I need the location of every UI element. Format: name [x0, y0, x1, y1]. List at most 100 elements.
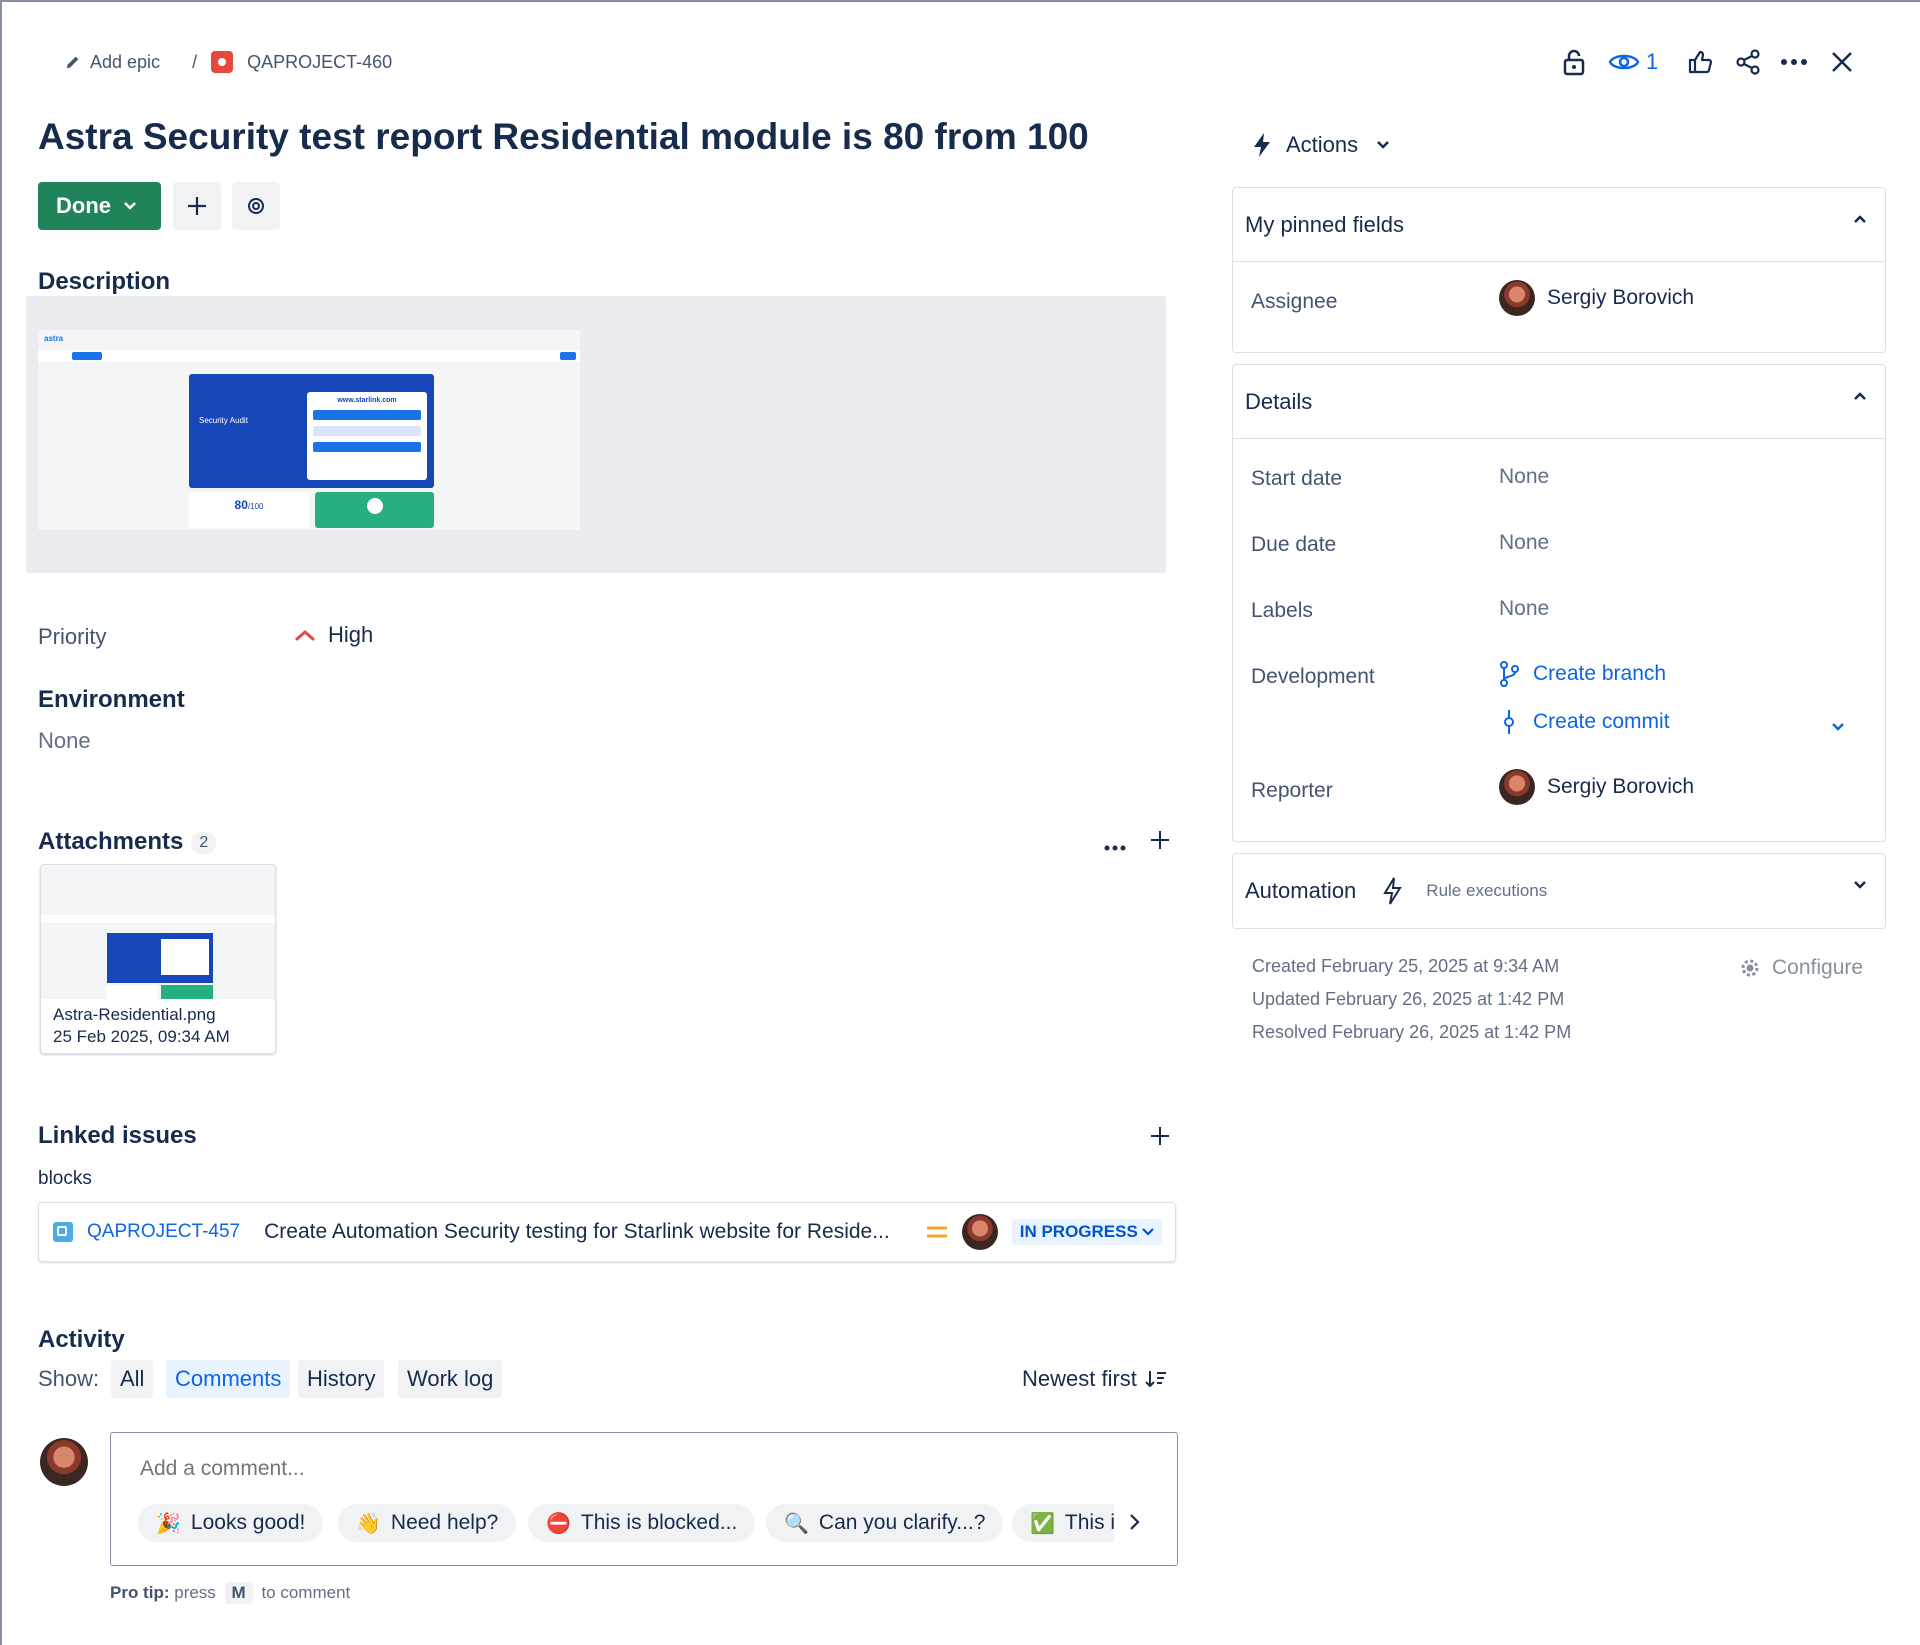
chevron-down-icon	[1854, 881, 1866, 889]
updated-date: Updated February 26, 2025 at 1:42 PM	[1252, 989, 1565, 1009]
quick-reply-label: Can you clarify...?	[818, 1511, 986, 1534]
linked-issue-row[interactable]: QAPROJECT-457 Create Automation Security…	[38, 1202, 1176, 1262]
close-icon[interactable]	[1824, 44, 1860, 80]
no-entry-icon: ⛔	[546, 1512, 571, 1535]
linked-issues-heading: Linked issues	[38, 1122, 197, 1149]
priority-label: Priority	[38, 624, 107, 649]
sort-button[interactable]: Newest first	[1022, 1366, 1167, 1392]
commit-icon	[1504, 710, 1514, 734]
breadcrumb-issue-key: QAPROJECT-460	[247, 51, 393, 72]
eye-icon	[1608, 54, 1640, 70]
due-date-value[interactable]: None	[1499, 531, 1549, 555]
image-score-max: /100	[247, 502, 264, 511]
linked-issue-summary[interactable]: Create Automation Security testing for S…	[264, 1220, 890, 1244]
attachments-add-icon[interactable]	[1150, 830, 1170, 855]
add-button[interactable]	[173, 182, 221, 230]
activity-heading: Activity	[38, 1326, 125, 1353]
attachment-card[interactable]: Astra-Residential.png 25 Feb 2025, 09:34…	[40, 864, 276, 1054]
subtask-icon	[53, 1222, 73, 1242]
plus-icon	[188, 197, 206, 215]
quick-reply-need-help[interactable]: 👋 Need help?	[338, 1504, 517, 1542]
details-header[interactable]: Details	[1233, 365, 1885, 439]
tab-comments[interactable]: Comments	[166, 1360, 291, 1398]
pro-tip-press: press	[174, 1583, 216, 1602]
tab-history[interactable]: History	[298, 1360, 385, 1398]
lightning-icon	[1254, 133, 1270, 157]
quick-reply-blocked[interactable]: ⛔ This is blocked...	[528, 1504, 756, 1542]
labels-label: Labels	[1251, 599, 1313, 622]
reporter-label: Reporter	[1251, 779, 1333, 802]
linked-issues-add-icon[interactable]	[1150, 1126, 1170, 1151]
comment-input[interactable]	[140, 1452, 740, 1486]
watch-button[interactable]: 1	[1608, 49, 1658, 75]
pencil-icon	[66, 56, 79, 69]
environment-value[interactable]: None	[38, 728, 91, 754]
share-icon[interactable]	[1730, 44, 1766, 80]
automation-title: Automation	[1245, 878, 1357, 903]
pinned-fields-header[interactable]: My pinned fields	[1233, 188, 1885, 262]
breadcrumb-issue[interactable]: QAPROJECT-460	[211, 51, 392, 73]
create-branch-link[interactable]: Create branch	[1499, 661, 1666, 687]
quick-reply-looks-good[interactable]: 🎉 Looks good!	[138, 1504, 324, 1542]
automation-header[interactable]: Automation Rule executions	[1233, 854, 1885, 928]
assignee-field[interactable]: Sergiy Borovich	[1499, 280, 1694, 316]
pro-tip-rest: to comment	[261, 1583, 351, 1602]
create-commit-link[interactable]: Create commit	[1499, 709, 1670, 735]
chevron-up-icon	[1854, 392, 1866, 400]
issue-title[interactable]: Astra Security test report Residential m…	[38, 116, 1089, 158]
resolved-date: Resolved February 26, 2025 at 1:42 PM	[1252, 1022, 1572, 1042]
labels-value[interactable]: None	[1499, 597, 1549, 621]
start-date-label: Start date	[1251, 467, 1343, 490]
details-panel: Details Start date None Due date None La…	[1232, 364, 1886, 842]
attachment-date: 25 Feb 2025, 09:34 AM	[53, 1027, 230, 1046]
chevron-down-icon	[1142, 1228, 1154, 1236]
attachments-heading-label: Attachments	[38, 828, 184, 855]
create-commit-label: Create commit	[1533, 710, 1670, 733]
pro-tip: Pro tip: press M to comment	[110, 1582, 350, 1604]
chevron-right-icon[interactable]	[1128, 1512, 1142, 1537]
description-heading: Description	[38, 268, 171, 295]
configure-button[interactable]: Configure	[1738, 956, 1863, 980]
breadcrumb: Add epic / QAPROJECT-460	[64, 48, 392, 76]
automation-panel[interactable]: Automation Rule executions	[1232, 853, 1886, 929]
image-url: www.starlink.com	[337, 397, 397, 404]
tab-all[interactable]: All	[111, 1360, 154, 1398]
priority-field[interactable]: High	[294, 622, 373, 648]
add-epic-link[interactable]: Add epic	[64, 52, 160, 73]
wave-icon: 👋	[356, 1512, 381, 1535]
settings-icon	[248, 198, 264, 214]
apps-button[interactable]	[232, 182, 280, 230]
details-title: Details	[1245, 388, 1313, 414]
status-button[interactable]: Done	[38, 182, 161, 230]
actions-button[interactable]: Actions	[1252, 132, 1390, 158]
description-image[interactable]: astra Security Audit www.starlink.com 80…	[38, 330, 580, 530]
check-icon: ✅	[1030, 1512, 1055, 1535]
quick-reply-label: Looks good!	[190, 1511, 306, 1534]
gear-icon	[1741, 959, 1759, 977]
tab-work-log[interactable]: Work log	[398, 1360, 503, 1398]
thumbs-up-icon[interactable]	[1682, 44, 1718, 80]
development-expand-icon[interactable]	[1831, 719, 1845, 737]
created-date: Created February 25, 2025 at 9:34 AM	[1252, 956, 1560, 976]
pinned-fields-panel: My pinned fields Assignee Sergiy Borovic…	[1232, 187, 1886, 353]
sort-label: Newest first	[1022, 1366, 1137, 1391]
lock-icon[interactable]	[1556, 44, 1592, 80]
attachments-more-icon[interactable]	[1104, 838, 1126, 856]
more-icon[interactable]	[1776, 44, 1812, 80]
start-date-value[interactable]: None	[1499, 465, 1549, 489]
attachments-count: 2	[191, 831, 217, 854]
chevron-down-icon	[1377, 141, 1390, 149]
linked-issue-key[interactable]: QAPROJECT-457	[87, 1221, 240, 1243]
attachment-thumbnail	[41, 865, 275, 999]
priority-medium-icon	[926, 1226, 947, 1238]
quick-reply-this-is[interactable]: ✅ This i	[1012, 1504, 1114, 1542]
quick-reply-clarify[interactable]: 🔍 Can you clarify...?	[766, 1504, 1004, 1542]
sort-icon	[1145, 1371, 1166, 1388]
watch-count: 1	[1646, 49, 1659, 74]
reporter-name: Sergiy Borovich	[1547, 775, 1695, 798]
attachments-heading: Attachments 2	[38, 828, 217, 856]
linked-issue-status[interactable]: IN PROGRESS	[1011, 1219, 1162, 1245]
reporter-field[interactable]: Sergiy Borovich	[1499, 769, 1694, 805]
pro-tip-key: M	[224, 1582, 253, 1604]
lightning-outline-icon	[1383, 877, 1403, 905]
